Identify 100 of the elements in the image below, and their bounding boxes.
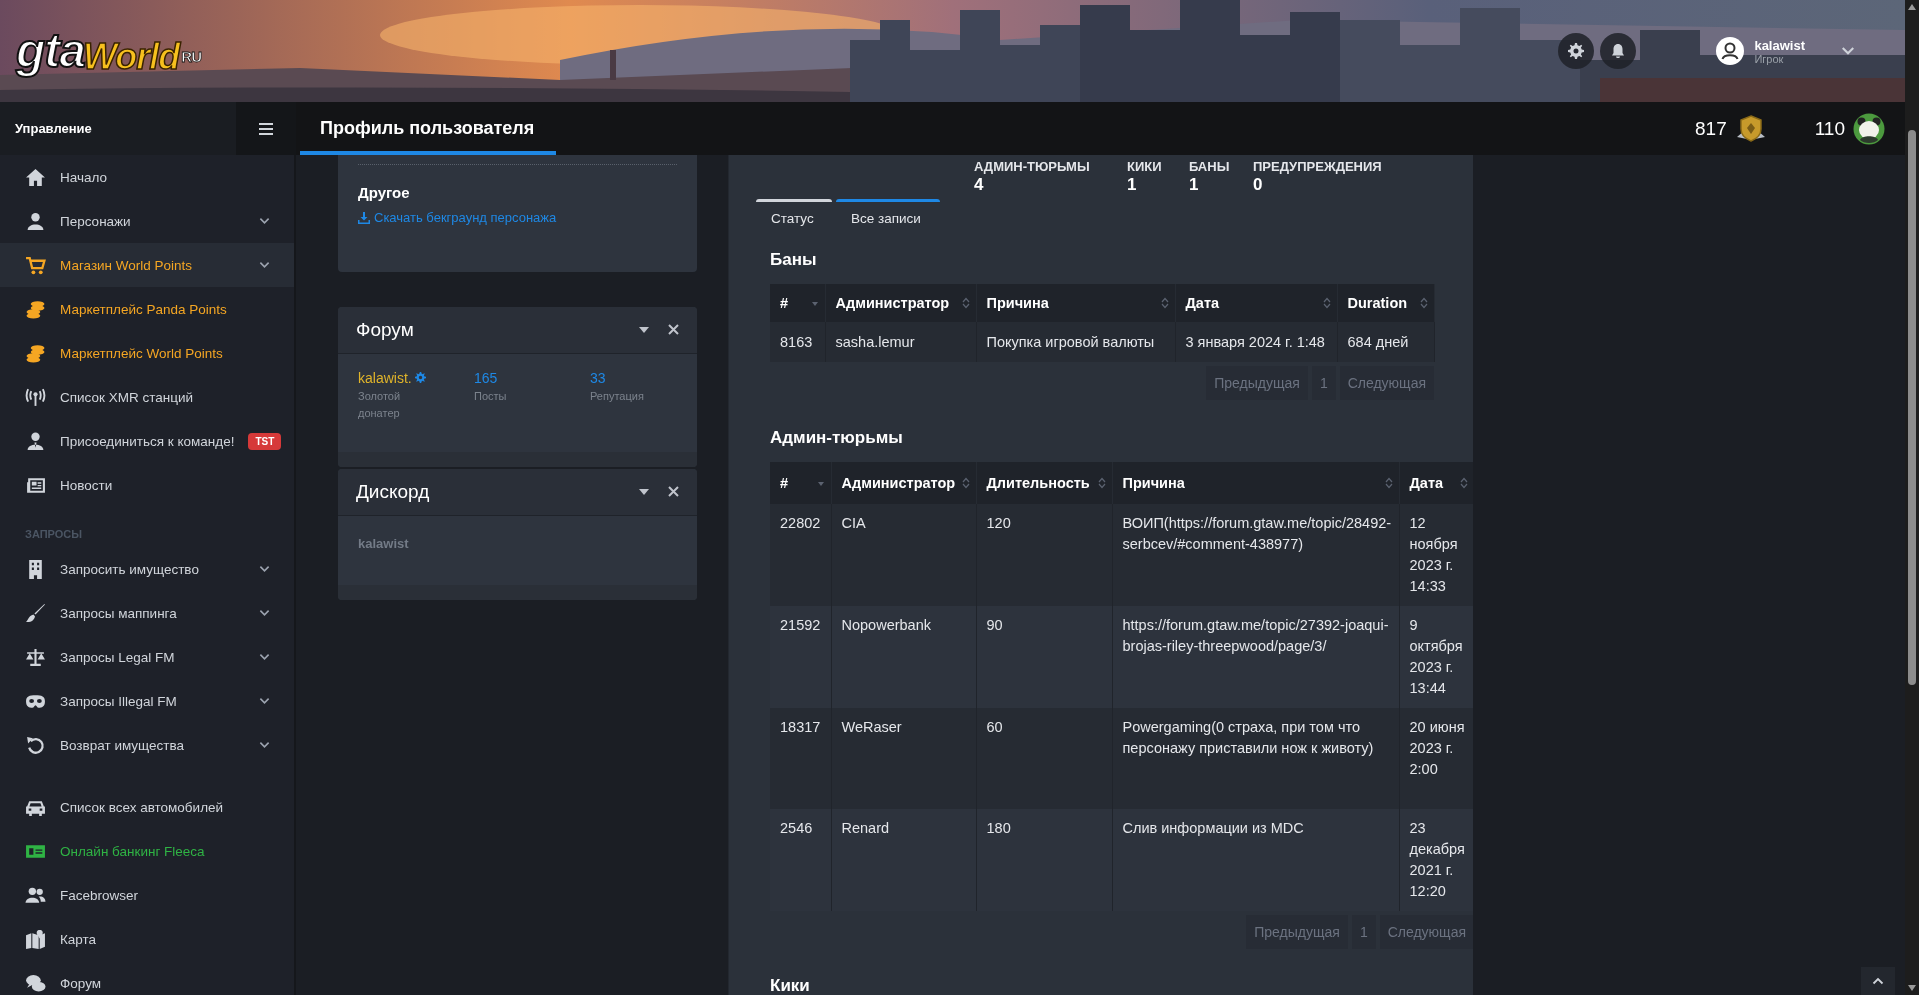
table-cell: Powergaming(0 страха, при том что персонажу приставили нож к животу) <box>1112 708 1399 809</box>
points-count: 817 <box>1695 117 1727 140</box>
map-marker-icon <box>25 928 46 950</box>
sidebar-item[interactable]: Присоединиться к команде! TST <box>0 419 294 463</box>
table-cell: 120 <box>976 504 1112 606</box>
tab[interactable]: Все записи <box>836 199 940 234</box>
column-header[interactable]: Дата <box>1175 284 1337 322</box>
sidebar-item[interactable]: Запросы маппинга <box>0 591 294 635</box>
caret-icon[interactable] <box>638 325 650 334</box>
table-cell: 90 <box>976 606 1112 708</box>
table-cell: 684 дней <box>1337 322 1434 362</box>
antenna-icon <box>25 386 46 408</box>
settings-icon <box>1568 43 1585 59</box>
stat-label: Посты <box>474 388 508 404</box>
card-title: Форум <box>356 318 415 341</box>
stat-value: 33 <box>590 369 607 386</box>
stat-label: Репутация <box>590 388 645 404</box>
sidebar-item[interactable]: Карта <box>0 917 294 961</box>
column-header[interactable]: Причина <box>976 284 1175 322</box>
table-cell: 21592 <box>770 606 831 708</box>
table-cell: 3 января 2024 г. 1:48 <box>1175 322 1337 362</box>
column-header[interactable]: # <box>770 284 825 322</box>
column-header[interactable]: Duration <box>1337 284 1434 322</box>
table-cell: 60 <box>976 708 1112 809</box>
sidebar-item[interactable]: Запросы Illegal FM <box>0 679 294 723</box>
discord-username: kalawist <box>358 534 410 553</box>
panda-icon <box>1853 112 1885 145</box>
stat-value: 4 <box>974 175 985 195</box>
sidebar-item[interactable]: Магазин World Points <box>0 243 294 287</box>
table-cell: 23 декабря 2021 г. 12:20 <box>1399 809 1473 911</box>
sidebar-item[interactable]: Список XMR станций <box>0 375 294 419</box>
points-count: 110 <box>1814 117 1845 140</box>
sidebar-item[interactable]: Маркетплейс Panda Points <box>0 287 294 331</box>
section-heading: Админ-тюрьмы <box>770 428 904 448</box>
chat-icon <box>25 972 46 994</box>
table-cell: ВОИП(https://forum.gtaw.me/topic/28492-serbcev/#comment-438977) <box>1112 504 1399 606</box>
table-cell: 2546 <box>770 809 831 911</box>
cart-icon <box>25 254 46 276</box>
bell-icon <box>1610 43 1627 59</box>
table-cell: CIA <box>831 504 976 606</box>
scroll-down-icon[interactable] <box>1908 985 1916 991</box>
table-cell: 22802 <box>770 504 831 606</box>
stat-label: КИКИ <box>1127 159 1163 175</box>
sidebar-item[interactable]: Маркетплейс World Points <box>0 331 294 375</box>
user-menu[interactable]: kalawist Игрок <box>1716 37 1855 65</box>
forum-username[interactable]: kalawist. <box>358 369 474 386</box>
sidebar-item[interactable]: Запросы Legal FM <box>0 635 294 679</box>
sidebar-item[interactable]: Персонажи <box>0 199 294 243</box>
sidebar-item[interactable]: Новости <box>0 463 294 507</box>
scales-icon <box>25 646 46 668</box>
column-header[interactable]: Администратор <box>825 284 976 322</box>
table-cell: 180 <box>976 809 1112 911</box>
column-header[interactable]: Длительность <box>976 462 1112 504</box>
card-title: Другое <box>358 184 411 201</box>
section-heading: Кики <box>770 976 811 995</box>
column-header[interactable]: Администратор <box>831 462 976 504</box>
table-cell: Renard <box>831 809 976 911</box>
table-cell: 9 октября 2023 г. 13:44 <box>1399 606 1473 708</box>
avatar-icon <box>1716 37 1745 65</box>
sidebar-item[interactable]: Возврат имущества <box>0 723 294 767</box>
section-title: ЗАПРОСЫ <box>24 527 84 542</box>
download-icon <box>358 211 370 224</box>
sidebar-item[interactable]: Facebrowser <box>0 873 294 917</box>
close-icon[interactable] <box>668 486 679 497</box>
scroll-up-icon[interactable] <box>1908 4 1916 10</box>
coins-icon <box>25 298 46 320</box>
scroll-to-top-button[interactable] <box>1861 967 1895 995</box>
table-cell: Слив информации из MDC <box>1112 809 1399 911</box>
table-cell: Покупка игровой валюты <box>976 322 1175 362</box>
card-title: Дискорд <box>356 480 431 503</box>
gear-icon <box>414 372 426 383</box>
column-header[interactable]: # <box>770 462 831 504</box>
sidebar-title: Управление <box>14 121 93 136</box>
table-cell: 20 июня 2023 г. 2:00 <box>1399 708 1473 809</box>
caret-icon[interactable] <box>638 487 650 496</box>
table-cell: WeRaser <box>831 708 976 809</box>
menu-button[interactable] <box>236 102 296 155</box>
brush-icon <box>25 602 46 624</box>
user-icon <box>25 210 46 232</box>
sidebar-item[interactable]: Форум <box>0 961 294 995</box>
coins-icon <box>25 342 46 364</box>
column-header[interactable]: Причина <box>1112 462 1399 504</box>
menu-icon <box>259 122 273 135</box>
close-icon[interactable] <box>668 324 679 335</box>
table-cell: https://forum.gtaw.me/topic/27392-joaqui-brojas-riley-threepwood/page/3/ <box>1112 606 1399 708</box>
sidebar-item[interactable]: Запросить имущество <box>0 547 294 591</box>
stat-value: 165 <box>474 369 499 386</box>
stat-label: ПРЕДУПРЕЖДЕНИЯ <box>1253 159 1383 175</box>
stat-value: 0 <box>1253 175 1264 195</box>
sidebar-item[interactable]: Онлайн банкинг Fleeca <box>0 829 294 873</box>
scrollbar[interactable] <box>1905 0 1919 995</box>
chevron-icon <box>1841 46 1855 56</box>
sidebar-item[interactable]: Начало <box>0 155 294 199</box>
tab[interactable]: Статус <box>756 199 832 234</box>
undo-icon <box>25 734 46 756</box>
sidebar-item[interactable]: Список всех автомобилей <box>0 785 294 829</box>
table-cell: 18317 <box>770 708 831 809</box>
stat-value: 1 <box>1189 175 1200 195</box>
table-cell: 12 ноября 2023 г. 14:33 <box>1399 504 1473 606</box>
column-header[interactable]: Дата <box>1399 462 1473 504</box>
